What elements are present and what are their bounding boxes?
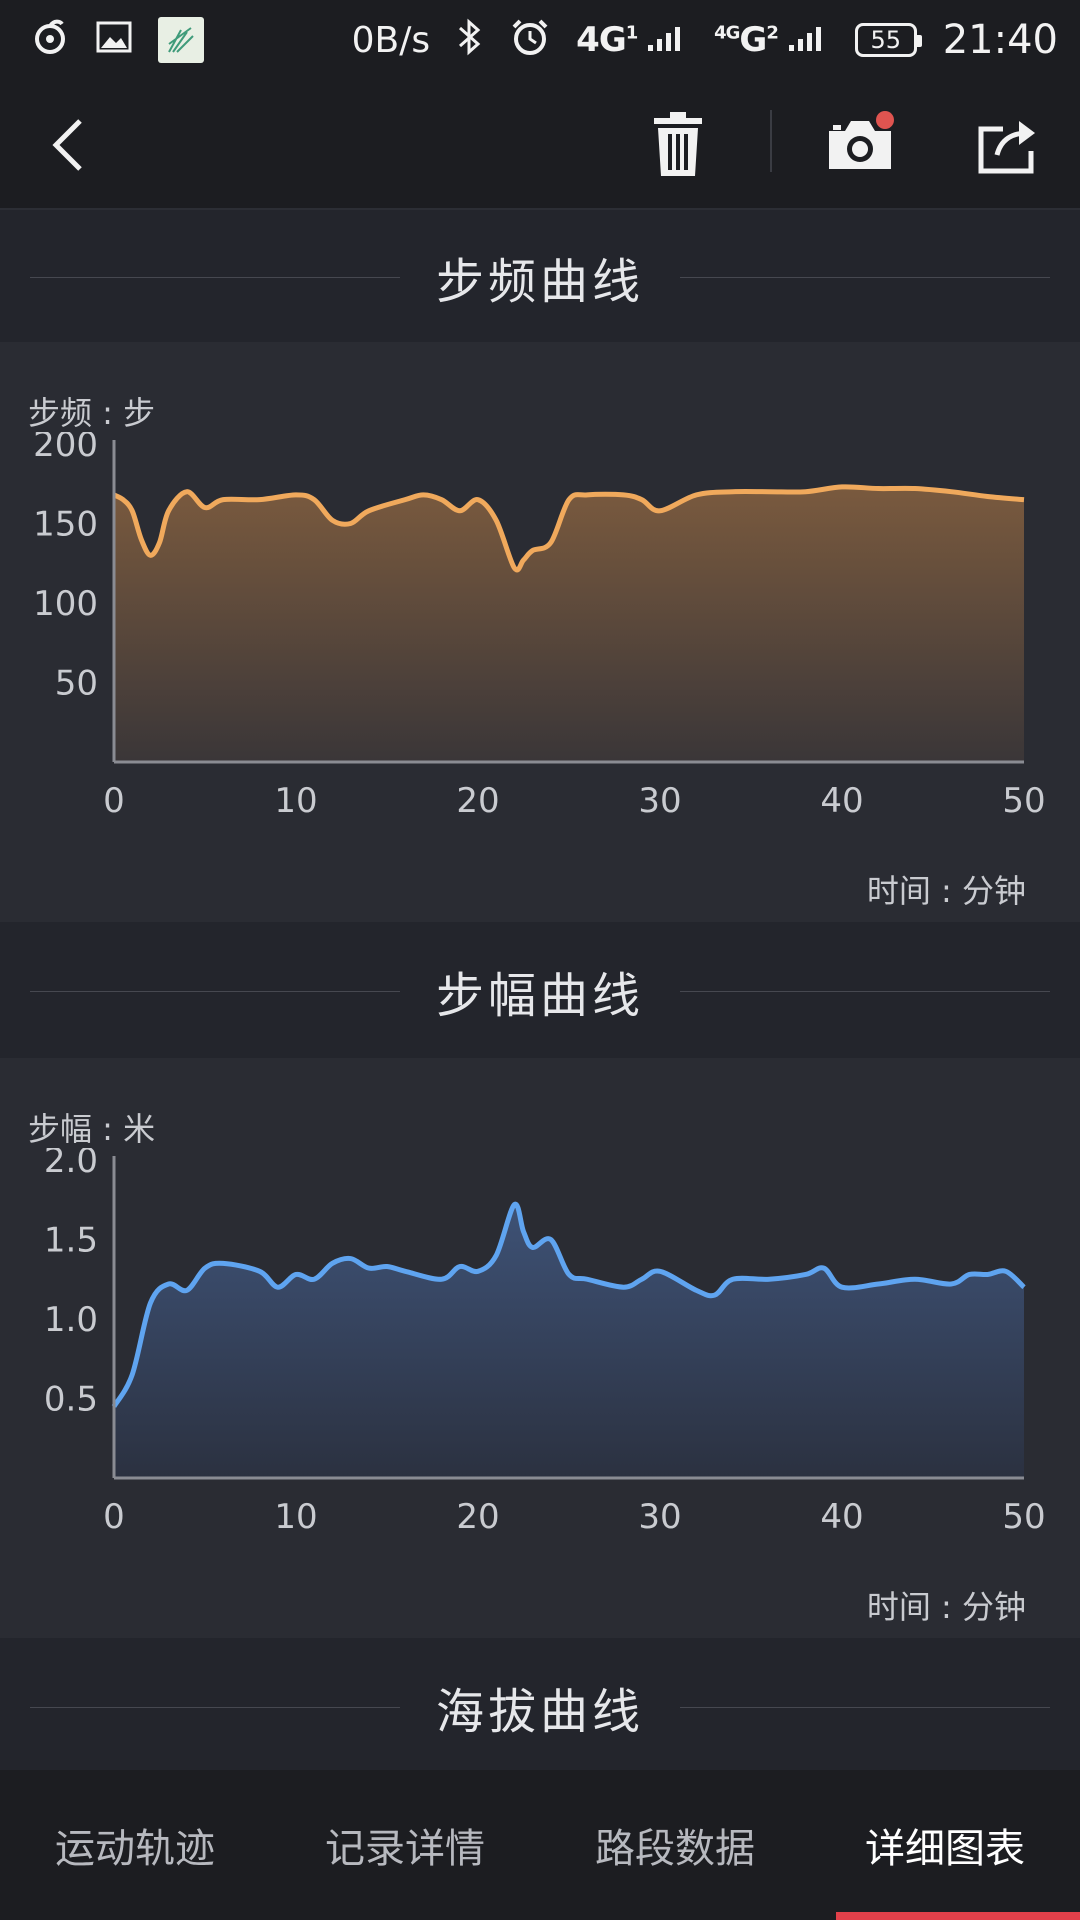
toolbar xyxy=(0,80,1080,210)
stride-area-fill xyxy=(114,1204,1024,1478)
cadence-section-header: 步频曲线 xyxy=(0,212,1080,342)
header-line-left xyxy=(30,277,400,278)
altitude-section-header: 海拔曲线 xyxy=(0,1642,1080,1772)
app-notification-thumbnail xyxy=(158,17,204,63)
cadence-chart-panel: 步频 : 步 200 150 100 50 0 10 20 30 40 50 时间 : 分钟 xyxy=(0,342,1080,922)
bluetooth-icon xyxy=(456,18,484,62)
bottom-nav: 运动轨迹 记录详情 路段数据 详细图表 xyxy=(0,1770,1080,1920)
signal-sim2: 4GG2 xyxy=(714,20,829,60)
stride-section-header: 步幅曲线 xyxy=(0,926,1080,1056)
stride-chart-panel: 步幅 : 米 2.0 1.5 1.0 0.5 0 10 20 30 40 50 时间 : 分钟 xyxy=(0,1058,1080,1638)
cadence-area-fill xyxy=(114,486,1024,762)
camera-button[interactable] xyxy=(820,105,900,185)
trash-icon xyxy=(654,112,702,176)
camera-notification-dot xyxy=(876,111,894,129)
stride-y-tick-label: 2.0 xyxy=(44,1148,98,1181)
stride-y-tick-label: 1.0 xyxy=(44,1300,98,1340)
stride-y-tick-label: 1.5 xyxy=(44,1221,98,1261)
stride-x-tick-label: 10 xyxy=(274,1497,317,1537)
network-speed: 0B/s xyxy=(351,19,431,61)
stride-title: 步幅曲线 xyxy=(435,968,644,1024)
stride-x-unit: 时间 : 分钟 xyxy=(866,1588,1026,1626)
stride-y-tick-label: 0.5 xyxy=(44,1380,98,1420)
header-line-left xyxy=(30,991,400,992)
stride-x-tick-label: 30 xyxy=(638,1497,681,1537)
battery-indicator: 55 xyxy=(854,23,922,57)
delete-button[interactable] xyxy=(638,105,718,185)
cadence-x-tick-label: 50 xyxy=(1002,781,1045,821)
share-icon xyxy=(978,121,1035,174)
share-button[interactable] xyxy=(968,105,1048,185)
cadence-y-unit: 步频 : 步 xyxy=(28,394,156,432)
status-bar: 0B/s 4G1 4GG2 55 21:40 xyxy=(0,0,1080,80)
header-line-right xyxy=(680,991,1050,992)
cadence-y-tick-label: 50 xyxy=(55,664,98,704)
cadence-x-tick-label: 40 xyxy=(820,781,863,821)
stride-x-tick-label: 0 xyxy=(103,1497,125,1537)
cadence-chart: 200 150 100 50 0 10 20 30 40 50 xyxy=(33,432,1046,821)
cadence-x-tick-label: 10 xyxy=(274,781,317,821)
stride-chart: 2.0 1.5 1.0 0.5 0 10 20 30 40 50 xyxy=(44,1148,1046,1537)
tab-segment-data[interactable]: 路段数据 xyxy=(540,1770,810,1920)
clock: 21:40 xyxy=(942,17,1058,63)
cadence-title: 步频曲线 xyxy=(435,254,644,310)
stride-x-tick-label: 40 xyxy=(820,1497,863,1537)
header-line-right xyxy=(680,1707,1050,1708)
altitude-title: 海拔曲线 xyxy=(435,1684,644,1740)
alarm-icon xyxy=(510,17,550,63)
cadence-x-tick-label: 30 xyxy=(638,781,681,821)
gallery-icon xyxy=(96,21,132,59)
tab-record-details[interactable]: 记录详情 xyxy=(270,1770,540,1920)
back-button[interactable] xyxy=(28,105,108,185)
cadence-y-tick-label: 200 xyxy=(33,432,98,465)
stride-y-unit: 步幅 : 米 xyxy=(28,1110,156,1148)
cadence-x-tick-label: 0 xyxy=(103,781,125,821)
back-icon xyxy=(52,119,82,171)
cadence-y-tick-label: 100 xyxy=(33,584,98,624)
header-line-right xyxy=(680,277,1050,278)
netease-music-icon xyxy=(30,17,70,63)
cadence-x-tick-label: 20 xyxy=(456,781,499,821)
stride-x-tick-label: 20 xyxy=(456,1497,499,1537)
stride-x-tick-label: 50 xyxy=(1002,1497,1045,1537)
signal-sim1: 4G1 xyxy=(576,20,688,60)
tab-detailed-charts[interactable]: 详细图表 xyxy=(810,1770,1080,1920)
cadence-y-tick-label: 150 xyxy=(33,505,98,545)
tab-track[interactable]: 运动轨迹 xyxy=(0,1770,270,1920)
cadence-x-unit: 时间 : 分钟 xyxy=(866,872,1026,910)
header-line-left xyxy=(30,1707,400,1708)
toolbar-divider xyxy=(770,110,772,172)
